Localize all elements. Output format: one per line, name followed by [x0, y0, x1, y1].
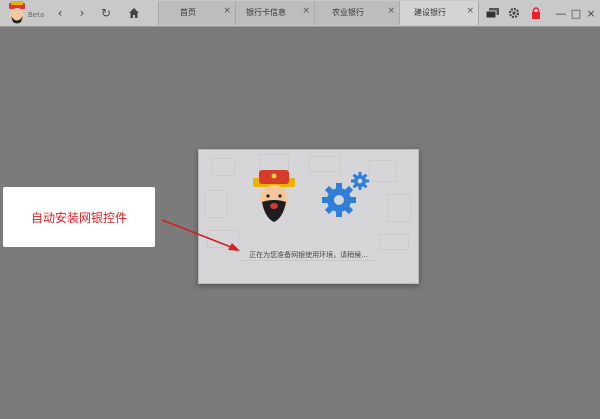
- annotation-arrow-icon: [161, 219, 240, 251]
